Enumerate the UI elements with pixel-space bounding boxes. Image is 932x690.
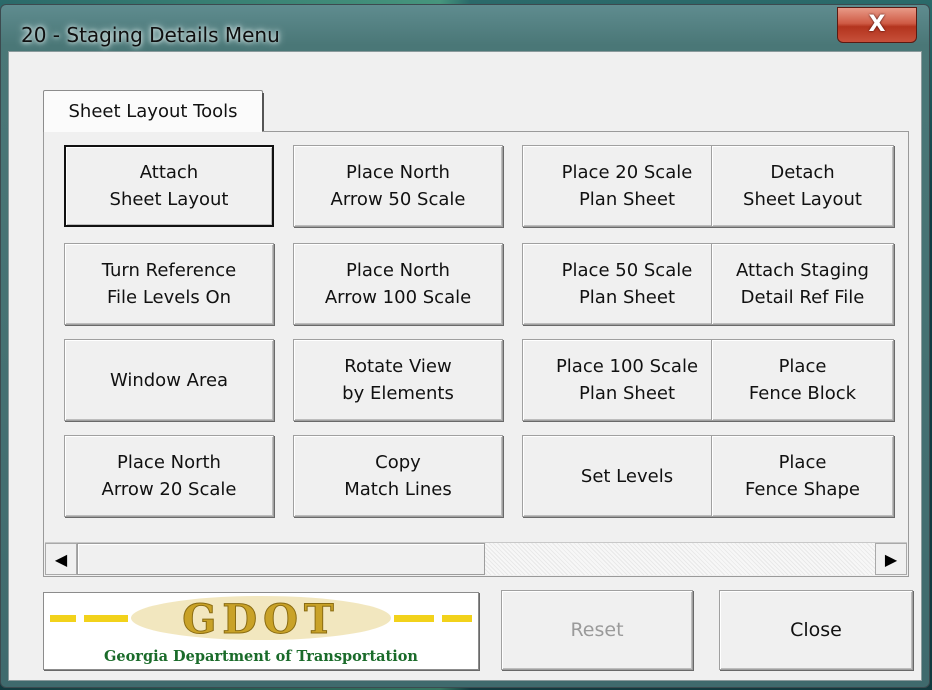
reset-button[interactable]: Reset [501, 590, 693, 670]
gdot-logo: GDOT Georgia Department of Transportatio… [43, 592, 479, 670]
rotate-view-by-elements-button[interactable]: Rotate View by Elements [293, 339, 503, 421]
close-button[interactable]: Close [719, 590, 913, 670]
attach-staging-detail-ref-file-button[interactable]: Attach Staging Detail Ref File [711, 243, 894, 325]
detach-sheet-layout-button[interactable]: Detach Sheet Layout [711, 145, 894, 227]
copy-match-lines-button[interactable]: Copy Match Lines [293, 435, 503, 517]
gdot-logo-graphic: GDOT Georgia Department of Transportatio… [50, 596, 472, 665]
set-levels-button[interactable]: Set Levels [522, 435, 732, 517]
place-20-scale-plan-sheet-button[interactable]: Place 20 Scale Plan Sheet [522, 145, 732, 227]
turn-reference-file-levels-on-button[interactable]: Turn Reference File Levels On [64, 243, 274, 325]
horizontal-scrollbar[interactable]: ◀ ▶ [45, 542, 907, 575]
scroll-right-arrow-icon[interactable]: ▶ [875, 543, 907, 575]
place-north-arrow-50-scale-button[interactable]: Place North Arrow 50 Scale [293, 145, 503, 227]
client-area: Sheet Layout Tools Attach Sheet Layout P… [8, 51, 922, 681]
window-area-button[interactable]: Window Area [64, 339, 274, 421]
place-100-scale-plan-sheet-button[interactable]: Place 100 Scale Plan Sheet [522, 339, 732, 421]
scroll-left-arrow-icon[interactable]: ◀ [45, 543, 77, 575]
tab-sheet-layout-tools[interactable]: Sheet Layout Tools [43, 90, 264, 132]
place-fence-block-button[interactable]: Place Fence Block [711, 339, 894, 421]
scrollbar-thumb[interactable] [77, 543, 485, 575]
title-bar[interactable]: 20 - Staging Details Menu X [1, 5, 929, 55]
tab-panel: Attach Sheet Layout Place North Arrow 50… [43, 131, 909, 577]
gdot-wordmark: GDOT [182, 596, 339, 643]
place-50-scale-plan-sheet-button[interactable]: Place 50 Scale Plan Sheet [522, 243, 732, 325]
gdot-caption: Georgia Department of Transportation [104, 648, 418, 665]
place-north-arrow-100-scale-button[interactable]: Place North Arrow 100 Scale [293, 243, 503, 325]
window-close-button[interactable]: X [837, 7, 917, 43]
dialog-window: 20 - Staging Details Menu X Sheet Layout… [0, 4, 930, 688]
window-title: 20 - Staging Details Menu [21, 23, 280, 47]
place-fence-shape-button[interactable]: Place Fence Shape [711, 435, 894, 517]
attach-sheet-layout-button[interactable]: Attach Sheet Layout [64, 145, 274, 227]
close-icon: X [868, 12, 886, 37]
place-north-arrow-20-scale-button[interactable]: Place North Arrow 20 Scale [64, 435, 274, 517]
